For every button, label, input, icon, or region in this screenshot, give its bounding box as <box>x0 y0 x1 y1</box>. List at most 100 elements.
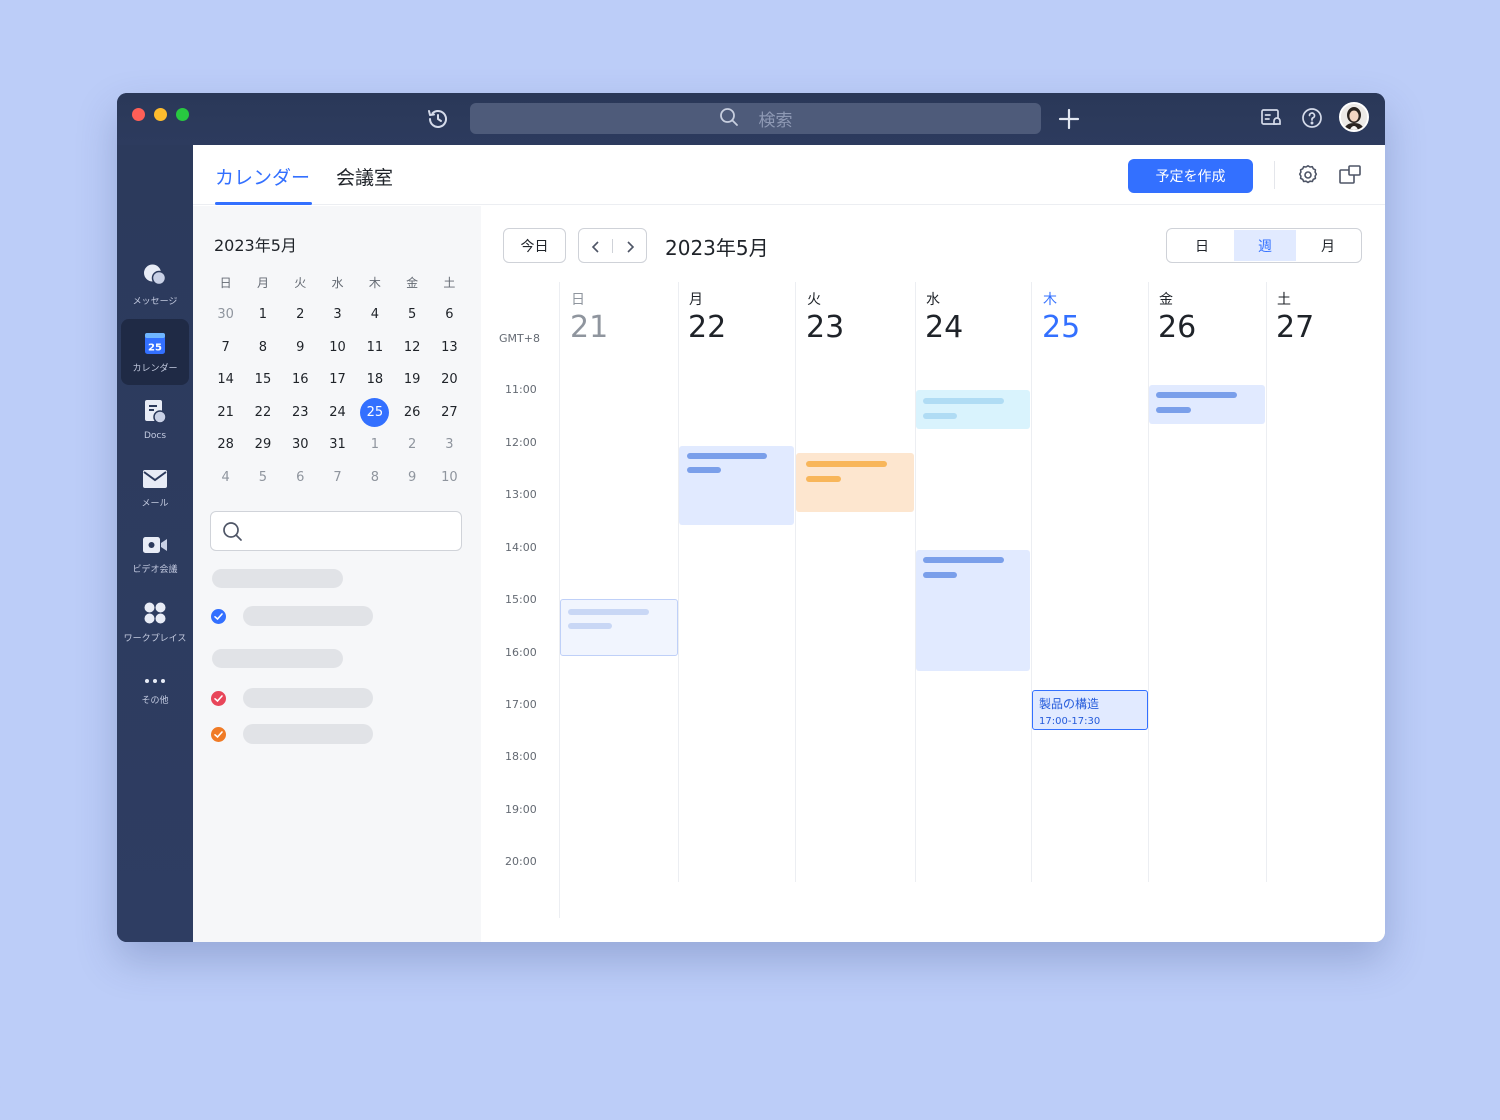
open-in-window-icon[interactable] <box>1338 163 1362 187</box>
rail-item-messages[interactable]: メッセージ <box>121 251 189 317</box>
tab-calendar[interactable]: カレンダー <box>215 163 310 190</box>
mini-calendar-day[interactable]: 9 <box>393 470 430 485</box>
day-header-number[interactable]: 27 <box>1276 310 1314 345</box>
mini-calendar-day[interactable]: 2 <box>282 307 319 322</box>
today-button[interactable]: 今日 <box>503 228 566 263</box>
day-header-number[interactable]: 24 <box>925 310 963 345</box>
calendar-event[interactable] <box>1149 385 1265 424</box>
mini-calendar-day[interactable]: 6 <box>431 307 468 322</box>
mini-calendar-day[interactable]: 9 <box>282 340 319 355</box>
chevron-left-icon[interactable] <box>590 239 602 258</box>
rail-item-mail[interactable]: メール <box>121 455 189 521</box>
mini-calendar-day[interactable]: 7 <box>207 340 244 355</box>
global-search-input[interactable]: 検索 <box>470 103 1041 134</box>
mini-calendar-day[interactable]: 20 <box>431 372 468 387</box>
rail-label: Docs <box>143 431 167 441</box>
day-header-number[interactable]: 22 <box>688 310 726 345</box>
mini-calendar-day[interactable]: 5 <box>244 470 281 485</box>
rail-item-docs[interactable]: Docs <box>121 387 189 453</box>
add-icon[interactable] <box>1056 106 1082 132</box>
mini-calendar-day[interactable]: 15 <box>244 372 281 387</box>
mini-calendar-day[interactable]: 16 <box>282 372 319 387</box>
mini-calendar-day[interactable]: 7 <box>319 470 356 485</box>
week-view: 今日 2023年5月 日 週 月 GMT+8 11:00 12:00 13:00… <box>481 206 1385 942</box>
tab-meeting-rooms[interactable]: 会議室 <box>336 163 393 190</box>
calendar-search-input[interactable] <box>210 511 462 551</box>
day-header-number[interactable]: 23 <box>806 310 844 345</box>
mini-calendar-day[interactable]: 21 <box>207 405 244 420</box>
notification-settings-icon[interactable] <box>1259 106 1283 130</box>
calendar-checkbox-checked[interactable] <box>211 691 226 706</box>
mini-calendar-day[interactable]: 30 <box>282 437 319 452</box>
calendar-event[interactable] <box>916 550 1030 671</box>
maximize-window-button[interactable] <box>176 108 189 121</box>
mini-calendar-day[interactable]: 4 <box>356 307 393 322</box>
mini-calendar-day[interactable]: 31 <box>319 437 356 452</box>
calendar-event[interactable] <box>679 446 794 525</box>
mini-calendar-day[interactable]: 12 <box>393 340 430 355</box>
mini-calendar-day[interactable]: 18 <box>356 372 393 387</box>
mini-calendar-day[interactable]: 10 <box>431 470 468 485</box>
chevron-right-icon[interactable] <box>624 239 636 258</box>
mini-calendar-day[interactable]: 28 <box>207 437 244 452</box>
day-header-number[interactable]: 26 <box>1158 310 1196 345</box>
mini-calendar-day[interactable]: 4 <box>207 470 244 485</box>
minimize-window-button[interactable] <box>154 108 167 121</box>
close-window-button[interactable] <box>132 108 145 121</box>
settings-gear-icon[interactable] <box>1296 163 1320 187</box>
mini-calendar-day[interactable]: 24 <box>319 405 356 420</box>
user-avatar[interactable] <box>1339 102 1369 132</box>
mini-calendar-day[interactable]: 27 <box>431 405 468 420</box>
mini-calendar-day[interactable]: 1 <box>356 437 393 452</box>
docs-icon <box>143 399 167 425</box>
mini-calendar-day[interactable]: 29 <box>244 437 281 452</box>
mini-calendar-day[interactable]: 10 <box>319 340 356 355</box>
mini-calendar-weekday-row: 日 月 火 水 木 金 土 <box>207 266 475 299</box>
hour-label: 16:00 <box>505 646 537 659</box>
mini-calendar-day[interactable]: 14 <box>207 372 244 387</box>
rail-item-calendar[interactable]: 25 カレンダー <box>121 319 189 385</box>
mini-calendar-day[interactable]: 3 <box>431 437 468 452</box>
calendar-event-selected[interactable]: 製品の構造 17:00-17:30 <box>1032 690 1148 730</box>
view-option-month[interactable]: 月 <box>1297 230 1359 261</box>
mini-calendar-today[interactable]: 25 <box>356 397 393 427</box>
view-option-day[interactable]: 日 <box>1171 230 1233 261</box>
check-icon <box>214 695 223 703</box>
calendar-event[interactable] <box>916 390 1030 429</box>
mini-calendar-day[interactable]: 30 <box>207 307 244 322</box>
mini-calendar-day[interactable]: 5 <box>393 307 430 322</box>
history-icon[interactable] <box>426 107 450 131</box>
mini-calendar-day[interactable]: 23 <box>282 405 319 420</box>
calendar-event[interactable] <box>560 599 678 656</box>
mini-calendar-day[interactable]: 2 <box>393 437 430 452</box>
mini-calendar-day[interactable]: 11 <box>356 340 393 355</box>
search-placeholder: 検索 <box>758 111 793 131</box>
mini-calendar-day[interactable]: 1 <box>244 307 281 322</box>
placeholder-text <box>568 623 612 629</box>
calendar-event[interactable] <box>796 453 914 512</box>
mini-calendar-day[interactable]: 26 <box>393 405 430 420</box>
mini-calendar-day[interactable]: 6 <box>282 470 319 485</box>
rail-item-video-meeting[interactable]: ビデオ会議 <box>121 521 189 587</box>
rail-item-workplace[interactable]: ワークプレイス <box>121 589 189 655</box>
divider <box>612 239 613 253</box>
mini-calendar-day[interactable]: 3 <box>319 307 356 322</box>
mini-calendar-day[interactable]: 8 <box>356 470 393 485</box>
day-column-divider <box>1266 282 1267 882</box>
view-switcher: 日 週 月 <box>1166 228 1362 263</box>
placeholder-text <box>1156 407 1191 413</box>
mini-calendar-day[interactable]: 8 <box>244 340 281 355</box>
mini-calendar-day[interactable]: 22 <box>244 405 281 420</box>
help-icon[interactable] <box>1300 106 1324 130</box>
week-nav-buttons <box>578 228 647 263</box>
day-header-number-today[interactable]: 25 <box>1042 310 1080 345</box>
calendar-checkbox-checked[interactable] <box>211 727 226 742</box>
mini-calendar-day[interactable]: 17 <box>319 372 356 387</box>
mini-calendar-day[interactable]: 19 <box>393 372 430 387</box>
create-event-button[interactable]: 予定を作成 <box>1128 159 1253 193</box>
rail-item-more[interactable]: その他 <box>121 657 189 723</box>
mini-calendar-day[interactable]: 13 <box>431 340 468 355</box>
day-header-number[interactable]: 21 <box>570 310 608 345</box>
calendar-checkbox-checked[interactable] <box>211 609 226 624</box>
view-option-week[interactable]: 週 <box>1234 230 1296 261</box>
